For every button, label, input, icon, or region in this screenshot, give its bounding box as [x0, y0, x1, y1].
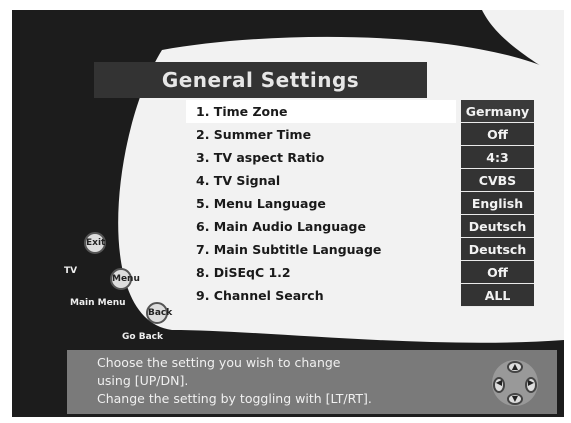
arrow-right-icon: ▶ [525, 377, 537, 393]
value-main-subtitle-language[interactable]: Deutsch [461, 238, 534, 261]
menu-item-channel-search[interactable]: 9. Channel Search [186, 284, 456, 307]
value-diseqc[interactable]: Off [461, 261, 534, 284]
help-line-1: Choose the setting you wish to change [97, 355, 341, 370]
help-line-3: Change the setting by toggling with [LT/… [97, 391, 372, 406]
back-button-icon: Back [146, 302, 172, 324]
help-text-panel: Choose the setting you wish to change us… [67, 350, 557, 414]
arrow-down-icon: ▼ [507, 393, 523, 405]
menu-item-menu-language[interactable]: 5. Menu Language [186, 192, 456, 215]
value-time-zone[interactable]: Germany [461, 100, 534, 123]
menu-item-diseqc[interactable]: 8. DiSEqC 1.2 [186, 261, 456, 284]
arrow-up-icon: ▲ [507, 361, 523, 373]
dpad-icon: ▲ ▼ ◀ ▶ [492, 360, 538, 406]
exit-button-label: TV [64, 266, 78, 276]
value-channel-search[interactable]: ALL [461, 284, 534, 307]
page-title: General Settings [94, 62, 427, 98]
value-menu-language[interactable]: English [461, 192, 534, 215]
arrow-left-icon: ◀ [493, 377, 505, 393]
settings-values: Germany Off 4:3 CVBS English Deutsch Deu… [461, 100, 534, 307]
menu-item-tv-signal[interactable]: 4. TV Signal [186, 169, 456, 192]
screenshot: General Settings 1. Time Zone 2. Summer … [0, 0, 571, 423]
exit-button-icon: Exit [84, 232, 106, 254]
settings-menu: 1. Time Zone 2. Summer Time 3. TV aspect… [186, 100, 456, 307]
menu-item-summer-time[interactable]: 2. Summer Time [186, 123, 456, 146]
value-tv-signal[interactable]: CVBS [461, 169, 534, 192]
menu-item-time-zone[interactable]: 1. Time Zone [186, 100, 456, 123]
menu-button-label: Main Menu [70, 298, 126, 308]
menu-item-main-subtitle-language[interactable]: 7. Main Subtitle Language [186, 238, 456, 261]
value-tv-aspect-ratio[interactable]: 4:3 [461, 146, 534, 169]
value-main-audio-language[interactable]: Deutsch [461, 215, 534, 238]
tv-screen: General Settings 1. Time Zone 2. Summer … [12, 10, 564, 417]
help-line-2: using [UP/DN]. [97, 373, 189, 388]
back-button-label: Go Back [122, 332, 163, 342]
menu-item-main-audio-language[interactable]: 6. Main Audio Language [186, 215, 456, 238]
value-summer-time[interactable]: Off [461, 123, 534, 146]
menu-item-tv-aspect-ratio[interactable]: 3. TV aspect Ratio [186, 146, 456, 169]
menu-button-icon: Menu [110, 268, 140, 290]
